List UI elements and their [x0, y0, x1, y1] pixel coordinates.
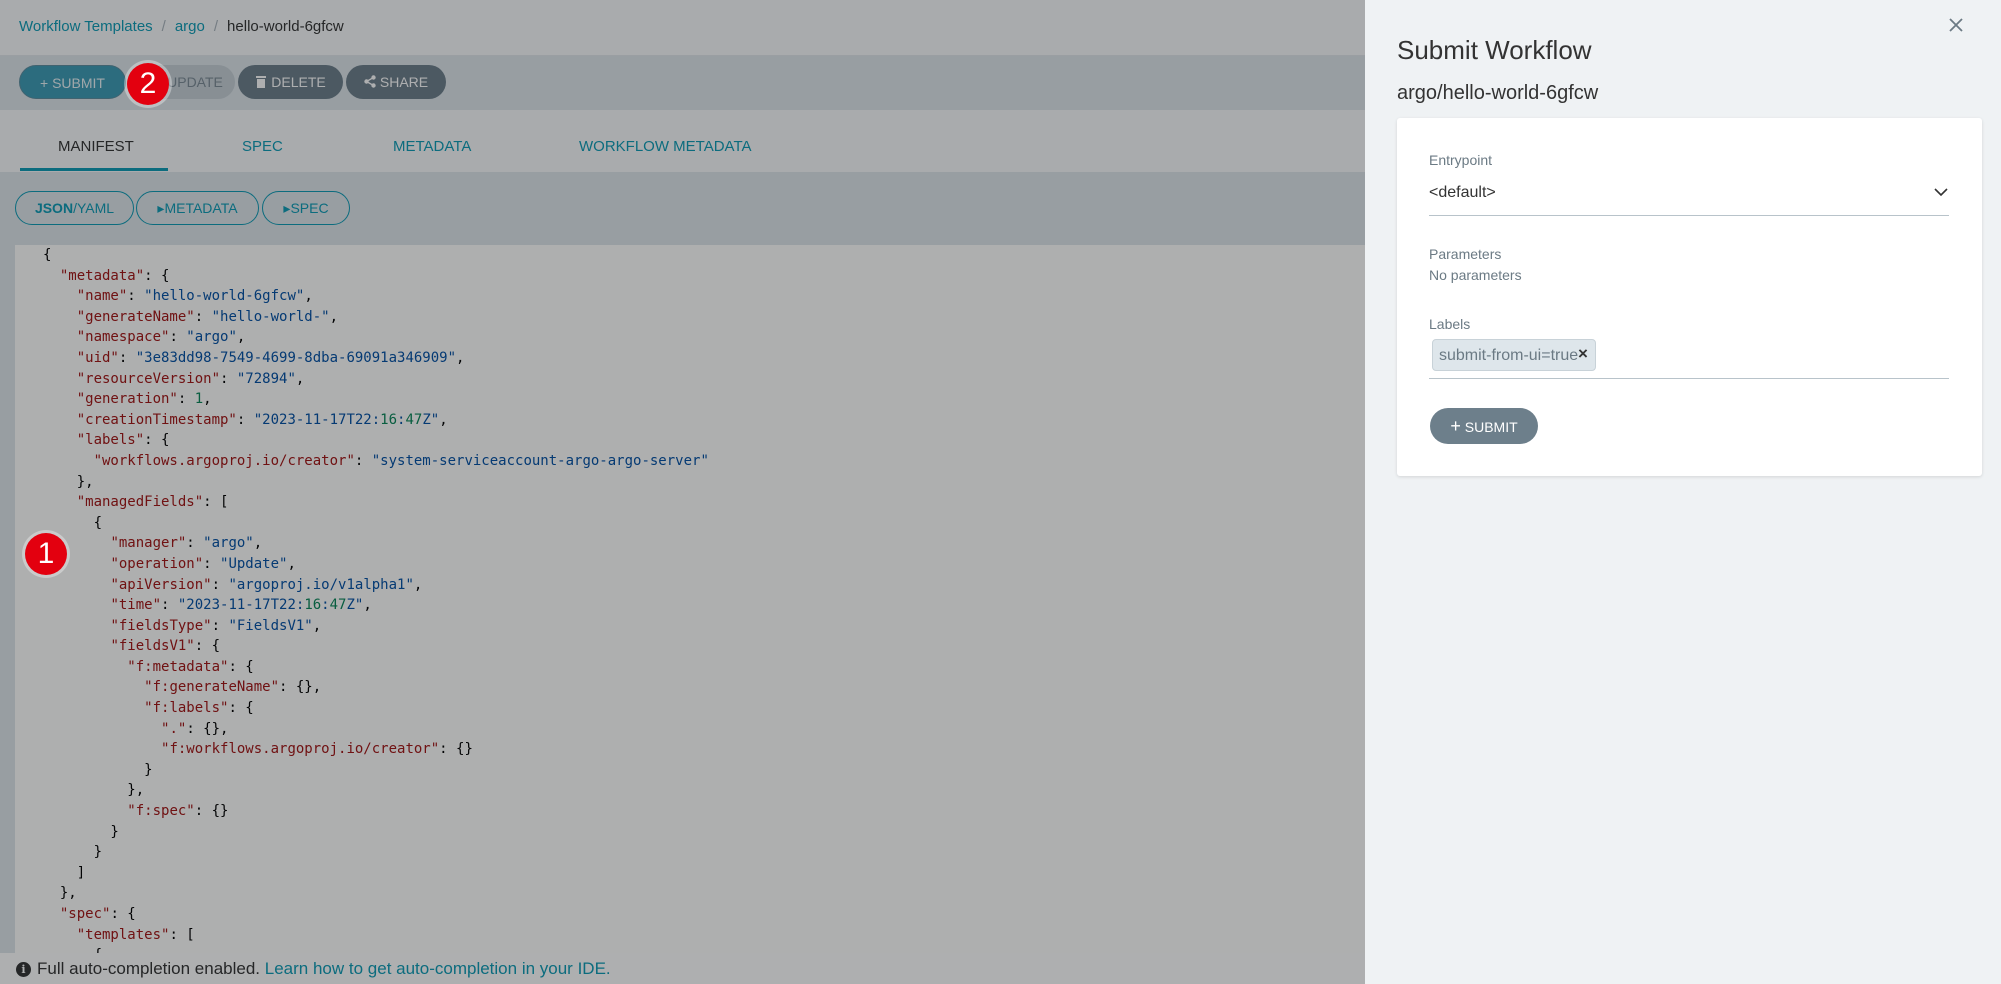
- labels-label: Labels: [1429, 316, 1471, 332]
- parameters-label: Parameters: [1429, 246, 1502, 262]
- panel-submit-button[interactable]: + SUBMIT: [1430, 408, 1538, 444]
- panel-submit-label: SUBMIT: [1464, 419, 1518, 435]
- step-marker-2: 2: [127, 63, 169, 105]
- entrypoint-label: Entrypoint: [1429, 152, 1493, 168]
- close-icon[interactable]: [1945, 14, 1967, 36]
- parameters-value: No parameters: [1429, 267, 1522, 283]
- entrypoint-underline: [1429, 215, 1949, 216]
- panel-subtitle: argo/hello-world-6gfcw: [1397, 82, 1599, 104]
- labels-underline: [1429, 378, 1949, 379]
- entrypoint-select[interactable]: <default>: [1429, 184, 1496, 202]
- label-chip-text: submit-from-ui=true: [1439, 347, 1579, 364]
- plus-icon: +: [1450, 416, 1461, 436]
- label-chip: submit-from-ui=true ×: [1432, 339, 1596, 371]
- panel-title: Submit Workflow: [1397, 35, 1592, 65]
- step-marker-1: 1: [25, 533, 67, 575]
- workflow-template-page: Workflow Templates / argo / hello-world-6gfc…: [0, 0, 1365, 984]
- modal-backdrop[interactable]: [0, 0, 1365, 984]
- chevron-down-icon[interactable]: [1932, 183, 1950, 201]
- remove-label-icon[interactable]: ×: [1578, 344, 1588, 364]
